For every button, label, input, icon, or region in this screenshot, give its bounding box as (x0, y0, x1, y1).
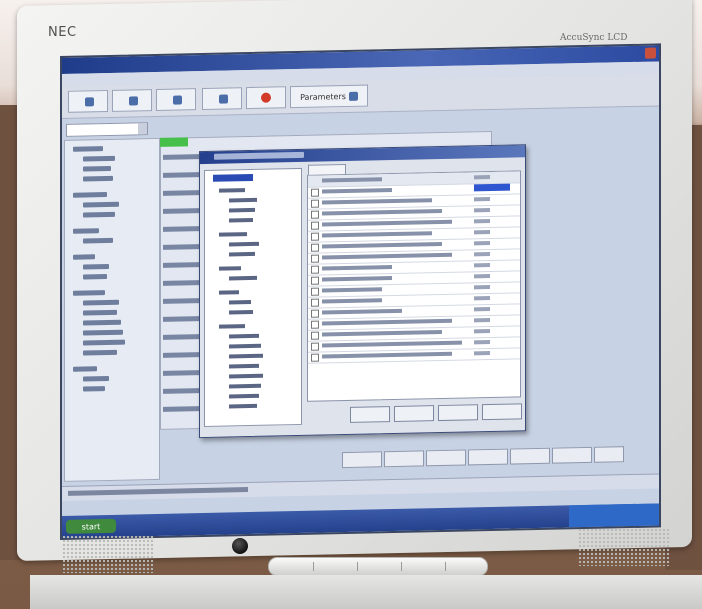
stop-icon (261, 92, 271, 103)
monitor-model: AccuSync LCD (560, 33, 628, 43)
toolbar-parameters-button[interactable]: Parameters (290, 84, 368, 109)
monitor-control-bar[interactable] (268, 557, 488, 576)
nav-button[interactable] (594, 446, 624, 463)
nav-button[interactable] (468, 448, 508, 466)
monitor-brand: NEC (48, 25, 77, 40)
tool-icon (219, 93, 228, 104)
system-tray (569, 503, 659, 528)
status-indicator (160, 137, 188, 147)
dialog-close-button[interactable] (482, 403, 522, 421)
bottom-nav (342, 446, 652, 469)
nav-button[interactable] (384, 450, 424, 468)
toolbar-button-2[interactable] (112, 89, 152, 112)
chevron-down-icon[interactable] (138, 123, 147, 135)
dialog-tree[interactable] (204, 167, 302, 427)
speaker-grille-right (578, 528, 670, 566)
toolbar-button-3[interactable] (156, 88, 196, 111)
nav-button[interactable] (552, 446, 592, 464)
monitor-base (30, 575, 702, 609)
toolbar-stop-button[interactable] (246, 86, 286, 110)
nav-button[interactable] (426, 449, 466, 467)
speaker-grille-left (62, 535, 154, 573)
close-icon[interactable] (645, 47, 656, 59)
nav-button[interactable] (342, 451, 382, 469)
selected-node[interactable] (213, 173, 253, 182)
parameters-icon (348, 91, 358, 101)
tool-icon (85, 96, 94, 106)
dialog-save-button[interactable] (394, 405, 434, 423)
station-select[interactable] (66, 122, 148, 137)
network-tree[interactable] (64, 137, 160, 482)
tool-icon (129, 95, 138, 106)
nav-button[interactable] (510, 447, 550, 465)
parameters-dialog (199, 144, 526, 439)
toolbar-button-4[interactable] (202, 87, 242, 111)
dialog-apply-button[interactable] (350, 406, 390, 423)
toolbar-button-1[interactable] (68, 89, 108, 113)
dialog-edit-button[interactable] (438, 404, 478, 422)
tool-icon (173, 94, 182, 105)
monitor-screen: Parameters start (60, 43, 661, 541)
parameter-table (307, 170, 521, 402)
power-button[interactable] (232, 538, 248, 554)
start-button[interactable]: start (66, 518, 116, 534)
